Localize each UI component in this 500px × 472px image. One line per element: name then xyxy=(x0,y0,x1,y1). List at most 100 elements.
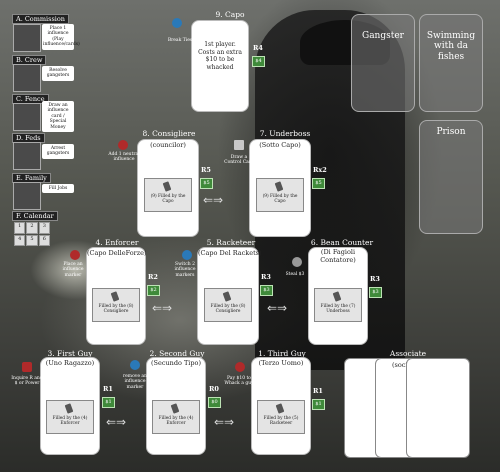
capo-card[interactable]: 1st player. Costs an extra $10 to be wha… xyxy=(191,20,249,112)
capo-text: 1st player. Costs an extra $10 to be wha… xyxy=(198,41,242,71)
racketeer-slot[interactable]: Filled by the (8) Consigliere xyxy=(204,288,252,322)
hand-icon xyxy=(292,257,302,267)
double-arrow-icon: ⇐⇒ xyxy=(152,301,173,315)
gangster-token-icon xyxy=(170,403,180,414)
first-guy-ability: Inquire R and $ or Power xyxy=(11,376,43,387)
calendar-cell[interactable]: 4 xyxy=(14,234,26,246)
consigliere-slot-text: (9) Filled by the Capo xyxy=(150,194,186,205)
second-guy-slot-text: Filled by the (4) Enforcer xyxy=(158,416,194,427)
double-arrow-icon: ⇐⇒ xyxy=(214,415,235,429)
underboss-card[interactable]: (Sotto Capo) (9) Filled by the Capo xyxy=(249,139,311,237)
capo-title: 9. Capo xyxy=(215,10,245,19)
influence-marker-icon xyxy=(70,250,80,260)
consigliere-card[interactable]: (councilor) (9) Filled by the Capo xyxy=(137,139,199,237)
third-guy-ability: Pay $10 to Whack a guy xyxy=(224,376,254,387)
calendar-cell[interactable]: 6 xyxy=(38,234,50,246)
phase-a-label: A. Commission xyxy=(12,14,69,24)
gangster-token-icon xyxy=(64,403,74,414)
phase-c-desc: Draw an influence card / Special Money xyxy=(42,101,74,132)
first-guy-subtitle: (Uno Ragazzo) xyxy=(45,359,95,367)
gangster-panel[interactable]: Gangster xyxy=(351,14,415,112)
racketeer-ability: Switch 2 influence markers xyxy=(174,262,196,278)
enforcer-subtitle: (Capo DelleForze) xyxy=(87,249,147,257)
family-image xyxy=(13,182,41,210)
racketeer-card[interactable]: (Capo Del Rackets) Filled by the (8) Con… xyxy=(197,247,262,345)
second-guy-ability: remove an influence marker xyxy=(122,374,147,390)
enforcer-rank: R2 xyxy=(148,273,158,281)
phase-a-desc: Place 1 influence (Play influence/cards) xyxy=(42,24,80,50)
third-guy-rank: R1 xyxy=(313,387,323,395)
bean-counter-ability: Steal $3 xyxy=(285,272,305,277)
second-guy-card[interactable]: (Secundo Tipo) Filled by the (4) Enforce… xyxy=(146,357,206,455)
consigliere-rank: R5 xyxy=(201,166,211,174)
underboss-rank: Rx2 xyxy=(313,166,327,174)
consigliere-slot[interactable]: (9) Filled by the Capo xyxy=(144,178,192,212)
second-guy-subtitle: (Secundo Tipo) xyxy=(150,359,201,367)
enforcer-card[interactable]: (Capo DelleForze) Filled by the (8) Cons… xyxy=(86,247,147,345)
bean-counter-title: 6. Bean Counter xyxy=(310,238,374,247)
bean-counter-slot[interactable]: Filled by the (7) Underboss xyxy=(314,288,362,322)
gangster-token-icon xyxy=(274,181,284,192)
gangster-token-icon xyxy=(110,291,120,302)
prison-panel-label: Prison xyxy=(436,127,466,137)
first-guy-card[interactable]: (Uno Ragazzo) Filled by the (4) Enforcer xyxy=(40,357,100,455)
consigliere-money: $5 xyxy=(200,178,213,189)
third-guy-subtitle: (Terzo Uomo) xyxy=(258,359,304,367)
racketeer-rank: R3 xyxy=(261,273,271,281)
consigliere-title: 8. Consigliere xyxy=(142,129,196,138)
gangster-token-icon xyxy=(275,403,285,414)
feds-image xyxy=(13,142,41,170)
bean-counter-card[interactable]: (Di Fagioli Contatore) Filled by the (7)… xyxy=(308,247,368,345)
fence-image xyxy=(13,103,41,131)
influence-icon xyxy=(118,140,128,150)
calendar-cell[interactable]: 2 xyxy=(26,222,38,234)
enforcer-slot[interactable]: Filled by the (8) Consigliere xyxy=(92,288,140,322)
third-guy-slot[interactable]: Filled by the (5) Racketeer xyxy=(257,400,305,434)
associate-card-3[interactable] xyxy=(406,358,470,458)
enforcer-money: $2 xyxy=(147,285,160,296)
remove-marker-icon xyxy=(130,360,140,370)
underboss-money: $5 xyxy=(312,178,325,189)
double-arrow-icon: ⇐⇒ xyxy=(267,301,288,315)
enforcer-title: 4. Enforcer xyxy=(95,238,139,247)
double-arrow-icon: ⇐⇒ xyxy=(203,193,224,207)
racketeer-money: $3 xyxy=(260,285,273,296)
underboss-slot[interactable]: (9) Filled by the Capo xyxy=(256,178,304,212)
switch-icon xyxy=(182,250,192,260)
swimming-panel[interactable]: Swimming with da fishes xyxy=(419,14,483,112)
calendar-cell[interactable]: 3 xyxy=(38,222,50,234)
gangster-token-icon xyxy=(332,291,342,302)
phase-d-desc: Arrest gangsters xyxy=(42,144,74,159)
bean-counter-money: $3 xyxy=(369,287,382,298)
third-guy-card[interactable]: (Terzo Uomo) Filled by the (5) Racketeer xyxy=(251,357,311,455)
first-guy-money: $1 xyxy=(102,397,115,408)
first-guy-slot[interactable]: Filled by the (4) Enforcer xyxy=(46,400,94,434)
phase-f-label: F. Calendar xyxy=(12,211,58,221)
second-guy-rank: R0 xyxy=(209,385,219,393)
card-icon xyxy=(234,140,244,150)
swimming-panel-label: Swimming with da fishes xyxy=(426,31,476,62)
capo-rank: R4 xyxy=(253,44,263,52)
racketeer-title: 5. Racketeer xyxy=(206,238,256,247)
calendar-grid: 1 2 3 4 5 6 xyxy=(14,222,50,246)
inquire-icon xyxy=(22,362,32,372)
first-guy-rank: R1 xyxy=(103,385,113,393)
phase-b-desc: Resolve gangsters xyxy=(42,66,74,81)
calendar-cell[interactable]: 1 xyxy=(14,222,26,234)
enforcer-slot-text: Filled by the (8) Consigliere xyxy=(98,304,134,315)
racketeer-slot-text: Filled by the (8) Consigliere xyxy=(210,304,246,315)
prison-panel[interactable]: Prison xyxy=(419,120,483,234)
bean-counter-rank: R3 xyxy=(370,275,380,283)
underboss-ability: Draw a Control Card xyxy=(224,155,254,166)
calendar-cell[interactable]: 5 xyxy=(26,234,38,246)
bean-counter-subtitle: (Di Fagioli Contatore) xyxy=(320,248,356,264)
first-guy-slot-text: Filled by the (4) Enforcer xyxy=(52,416,88,427)
phase-e-desc: Fill Jobs xyxy=(42,184,74,194)
underboss-title: 7. Underboss xyxy=(259,129,311,138)
underboss-subtitle: (Sotto Capo) xyxy=(259,141,301,149)
second-guy-money: $0 xyxy=(208,397,221,408)
capo-money: $4 xyxy=(252,56,265,67)
second-guy-slot[interactable]: Filled by the (4) Enforcer xyxy=(152,400,200,434)
gangster-panel-label: Gangster xyxy=(362,31,404,41)
underboss-slot-text: (9) Filled by the Capo xyxy=(262,194,298,205)
